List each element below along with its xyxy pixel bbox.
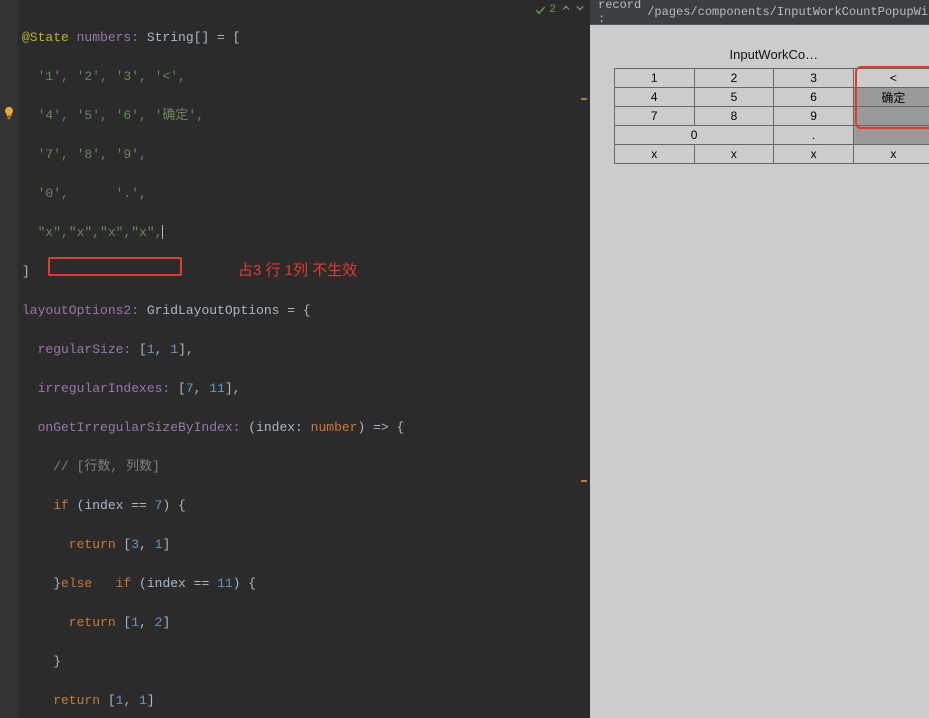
keypad-key-ok[interactable]: 确定 — [853, 88, 929, 107]
keypad-key-5[interactable]: 5 — [694, 88, 774, 107]
code-line: '0', '.', — [22, 186, 147, 201]
preview-title: InputWorkCo… — [590, 47, 929, 62]
keypad-key-6[interactable]: 6 — [774, 88, 854, 107]
keypad-key-8[interactable]: 8 — [694, 107, 774, 126]
code-line: '7', '8', '9', — [22, 147, 147, 162]
app-root: 2 @State numbers: String[] = [ '1', '2',… — [0, 0, 929, 718]
keypad-key-empty[interactable] — [853, 107, 929, 126]
keypad-key-9[interactable]: 9 — [774, 107, 854, 126]
code-editor-pane[interactable]: 2 @State numbers: String[] = [ '1', '2',… — [0, 0, 590, 718]
lightbulb-icon[interactable] — [2, 106, 16, 120]
keypad-key-3[interactable]: 3 — [774, 69, 854, 88]
annotation-text: 占3 行 1列 不生效 — [238, 259, 357, 280]
preview-pane: record : /pages/components/InputWorkCoun… — [590, 0, 929, 718]
keypad-key-0[interactable]: 0 — [614, 126, 773, 145]
text-caret — [162, 225, 163, 239]
keypad-key-empty[interactable] — [853, 126, 929, 145]
keypad-key-7[interactable]: 7 — [614, 107, 694, 126]
keypad-row: 7 8 9 — [614, 107, 929, 126]
keypad-key-1[interactable]: 1 — [614, 69, 694, 88]
keypad-row: 4 5 6 确定 — [614, 88, 929, 107]
annotation-box-return — [48, 257, 182, 276]
keypad-row: x x x x — [614, 145, 929, 164]
annotation: @State — [22, 30, 69, 45]
keypad-key-dot[interactable]: . — [774, 126, 854, 145]
keypad: 1 2 3 < 4 5 6 确定 7 8 9 — [614, 68, 929, 164]
code-area[interactable]: @State numbers: String[] = [ '1', '2', '… — [18, 0, 590, 718]
code-line: "x","x","x","x", — [22, 225, 162, 240]
keypad-key-2[interactable]: 2 — [694, 69, 774, 88]
keypad-key-x[interactable]: x — [853, 145, 929, 164]
keypad-key-x[interactable]: x — [774, 145, 854, 164]
keypad-row: 1 2 3 < — [614, 69, 929, 88]
preview-breadcrumb[interactable]: record : /pages/components/InputWorkCoun… — [590, 0, 929, 25]
keypad-key-x[interactable]: x — [694, 145, 774, 164]
preview-canvas: InputWorkCo… 1 2 3 < 4 5 6 确定 — [590, 25, 929, 718]
code-line: ] — [22, 264, 30, 279]
keypad-row: 0 . — [614, 126, 929, 145]
code-comment: // [行数, 列数] — [22, 459, 160, 474]
breadcrumb-path: /pages/components/InputWorkCountPopupWin… — [647, 5, 929, 19]
breadcrumb-label: record : — [598, 0, 641, 26]
keypad-key-back[interactable]: < — [853, 69, 929, 88]
code-line: '1', '2', '3', '<', — [22, 69, 186, 84]
code-line: '4', '5', '6', '确定', — [22, 108, 204, 123]
keypad-key-x[interactable]: x — [614, 145, 694, 164]
keypad-key-4[interactable]: 4 — [614, 88, 694, 107]
